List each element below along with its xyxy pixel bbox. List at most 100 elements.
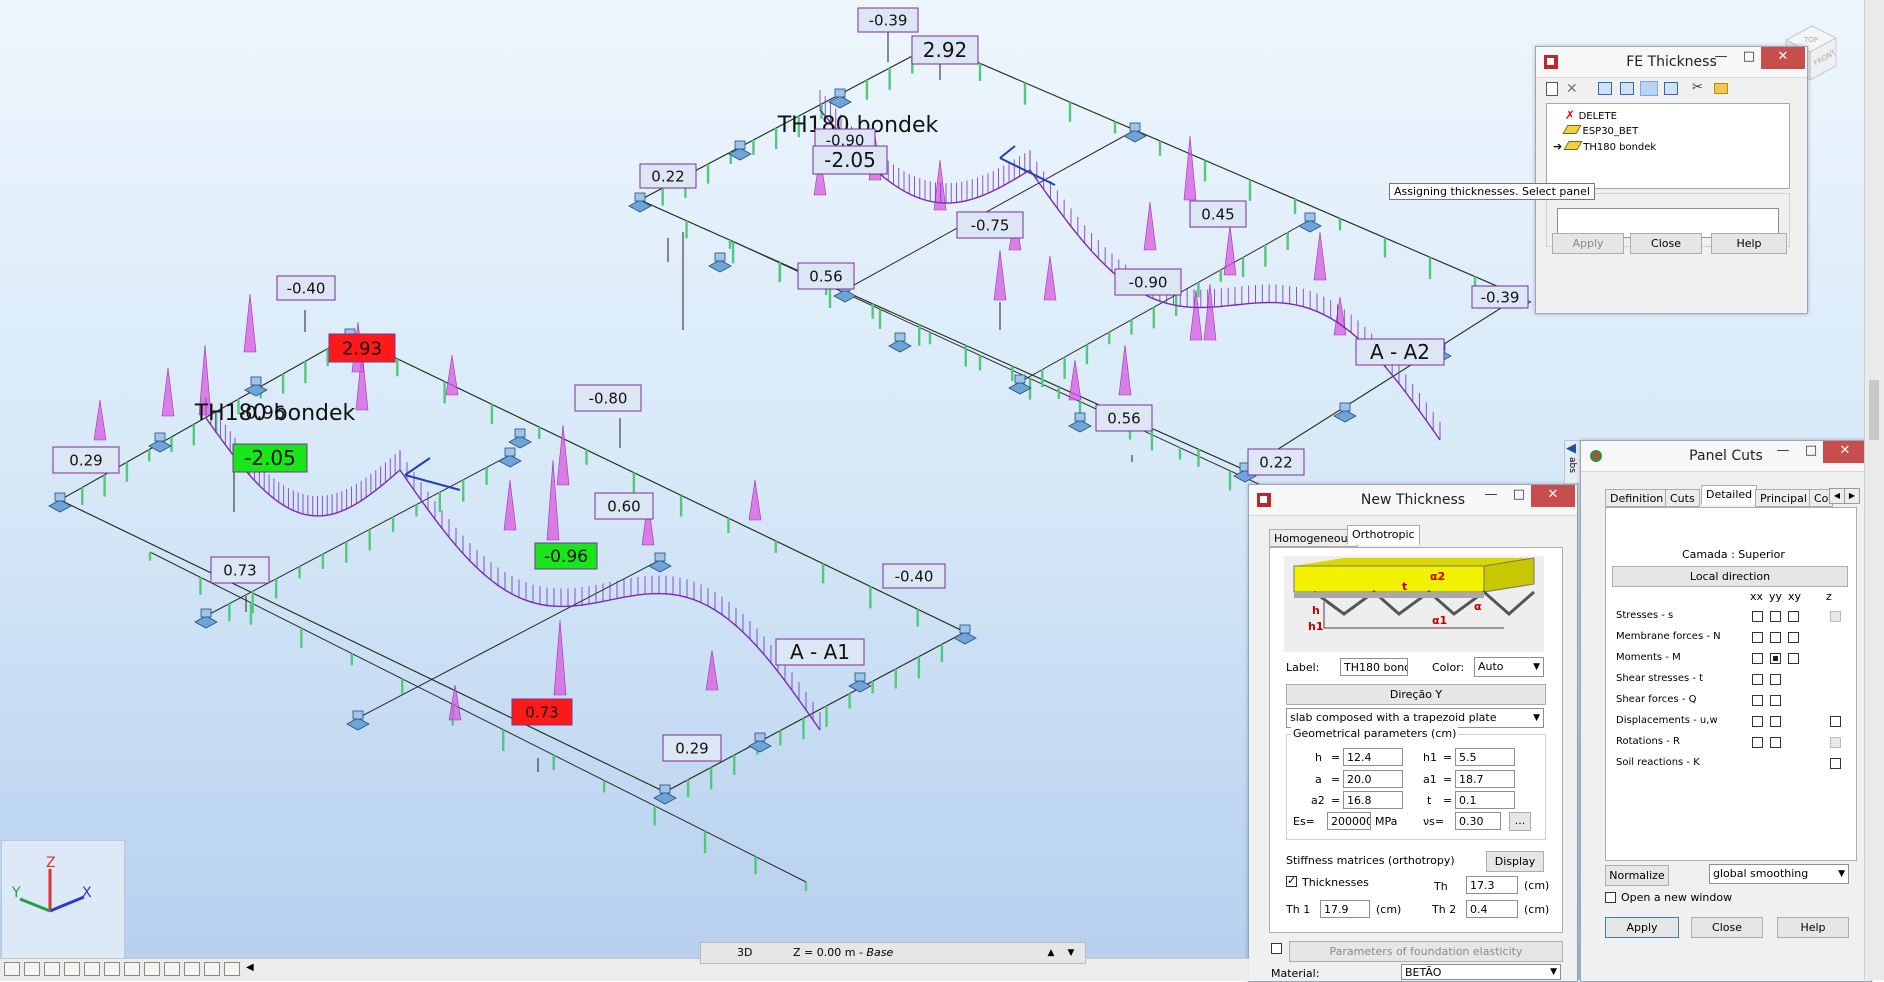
folder-icon[interactable] <box>1714 83 1728 94</box>
param-a2-input[interactable]: 16.8 <box>1343 791 1403 809</box>
help-button[interactable]: Help <box>1777 917 1849 938</box>
view-d-icon[interactable] <box>1664 82 1678 95</box>
param-a1-input[interactable]: 18.7 <box>1455 770 1515 788</box>
param-h-input[interactable]: 12.4 <box>1343 748 1403 766</box>
result-checkbox[interactable] <box>1770 695 1781 706</box>
thicknesses-checkbox[interactable] <box>1286 874 1297 887</box>
toolbar-icon[interactable] <box>204 962 220 976</box>
result-checkbox[interactable] <box>1770 611 1781 622</box>
panel-cuts-window[interactable]: Panel Cuts — □ ✕ Definition Cuts Detaile… <box>1580 440 1872 982</box>
result-checkbox[interactable] <box>1770 632 1781 643</box>
tab-definition[interactable]: Definition <box>1605 489 1669 507</box>
close-window-button[interactable]: ✕ <box>1823 441 1867 463</box>
right-scrollbar[interactable] <box>1864 0 1884 980</box>
result-checkbox[interactable] <box>1752 674 1763 685</box>
display-button[interactable]: Display <box>1486 851 1544 872</box>
thickness-list[interactable]: ✗ DELETE ESP30_BET ➔ TH180 bondek <box>1546 103 1790 189</box>
type-select[interactable]: slab composed with a trapezoid plate ▼ <box>1286 708 1544 728</box>
foundation-button[interactable]: Parameters of foundation elasticity <box>1289 941 1563 962</box>
th1-input[interactable]: 17.9 <box>1320 900 1370 918</box>
toolbar-icon[interactable] <box>224 962 240 976</box>
result-checkbox[interactable] <box>1770 716 1781 727</box>
th2-input[interactable]: 0.4 <box>1466 900 1518 918</box>
nu-input[interactable]: 0.30 <box>1455 812 1501 830</box>
new-document-icon[interactable] <box>1546 82 1558 96</box>
toolbar-icon[interactable] <box>44 962 60 976</box>
result-checkbox[interactable] <box>1752 737 1763 748</box>
apply-button[interactable]: Apply <box>1605 917 1679 938</box>
maximize-button[interactable]: □ <box>1797 441 1825 463</box>
foundation-checkbox[interactable] <box>1271 943 1282 954</box>
close-window-button[interactable]: ✕ <box>1761 47 1805 69</box>
result-checkbox[interactable] <box>1830 611 1841 622</box>
view-c-icon[interactable] <box>1640 81 1658 96</box>
result-checkbox[interactable] <box>1788 611 1799 622</box>
direction-button[interactable]: Direção Y <box>1286 684 1546 705</box>
result-checkbox[interactable] <box>1788 632 1799 643</box>
apply-button[interactable]: Apply <box>1552 233 1624 254</box>
result-checkbox[interactable] <box>1770 737 1781 748</box>
toolbar-icon[interactable] <box>84 962 100 976</box>
toolbar-scroll-icon[interactable]: ◀ <box>246 962 254 973</box>
minimize-button[interactable]: — <box>1769 441 1797 463</box>
maximize-button[interactable]: □ <box>1505 485 1533 507</box>
view-b-icon[interactable] <box>1620 82 1634 95</box>
color-select[interactable]: Auto ▼ <box>1474 657 1544 677</box>
tab-orthotropic[interactable]: Orthotropic <box>1347 525 1420 545</box>
result-checkbox[interactable] <box>1830 758 1841 769</box>
result-checkbox[interactable] <box>1788 653 1799 664</box>
toolbar-icon[interactable] <box>4 962 20 976</box>
fe-thickness-titlebar[interactable]: FE Thickness — □ ✕ <box>1536 47 1807 78</box>
more-button[interactable]: ... <box>1509 812 1531 831</box>
close-button[interactable]: Close <box>1630 233 1702 254</box>
close-window-button[interactable]: ✕ <box>1531 485 1575 507</box>
label-input[interactable]: TH180 bondek <box>1340 658 1408 676</box>
smoothing-select[interactable]: global smoothing ▼ <box>1709 864 1849 884</box>
open-new-window-checkbox[interactable] <box>1605 892 1616 903</box>
level-up-button[interactable]: ▲ <box>1043 945 1059 961</box>
result-checkbox[interactable] <box>1752 611 1763 622</box>
list-item[interactable]: ESP30_BET <box>1562 124 1638 138</box>
tab-cuts[interactable]: Cuts <box>1665 489 1700 507</box>
tab-homogeneous[interactable]: Homogeneous <box>1269 529 1359 547</box>
toolbar-icon[interactable] <box>184 962 200 976</box>
param-a-input[interactable]: 20.0 <box>1343 770 1403 788</box>
toolbar-icon[interactable] <box>144 962 160 976</box>
toolbar-icon[interactable] <box>164 962 180 976</box>
normalize-button[interactable]: Normalize <box>1605 865 1669 886</box>
param-t-input[interactable]: 0.1 <box>1455 791 1515 809</box>
view-a-icon[interactable] <box>1598 82 1612 95</box>
help-button[interactable]: Help <box>1711 233 1787 254</box>
result-checkbox[interactable] <box>1752 695 1763 706</box>
material-select[interactable]: BETÃO ▼ <box>1401 964 1561 980</box>
list-item[interactable]: ➔ TH180 bondek <box>1553 140 1656 154</box>
th-input[interactable]: 17.3 <box>1466 876 1518 894</box>
minimize-button[interactable]: — <box>1477 485 1505 507</box>
result-checkbox[interactable] <box>1770 653 1781 664</box>
view-mode[interactable]: 3D <box>737 946 752 959</box>
level-down-button[interactable]: ▼ <box>1063 945 1079 961</box>
delete-icon[interactable]: ✕ <box>1566 81 1578 97</box>
toolbar-icon[interactable] <box>24 962 40 976</box>
tab-scroll-right[interactable]: ▶ <box>1844 488 1860 504</box>
param-h1-input[interactable]: 5.5 <box>1455 748 1515 766</box>
minimize-button[interactable]: — <box>1707 47 1735 69</box>
result-checkbox[interactable] <box>1770 674 1781 685</box>
maximize-button[interactable]: □ <box>1735 47 1763 69</box>
toolbar-icon[interactable] <box>124 962 140 976</box>
toolbar-icon[interactable] <box>104 962 120 976</box>
close-button[interactable]: Close <box>1691 917 1763 938</box>
tab-scroll-left[interactable]: ◀ <box>1829 488 1845 504</box>
result-checkbox[interactable] <box>1752 716 1763 727</box>
tab-detailed[interactable]: Detailed <box>1701 485 1758 505</box>
result-checkbox[interactable] <box>1830 737 1841 748</box>
toolbar-icon[interactable] <box>64 962 80 976</box>
result-checkbox[interactable] <box>1752 653 1763 664</box>
es-input[interactable]: 200000 <box>1327 812 1371 830</box>
new-thickness-window[interactable]: New Thickness — □ ✕ Homogeneous Orthotro… <box>1248 484 1578 982</box>
list-item[interactable]: ✗ DELETE <box>1565 108 1617 122</box>
fe-thickness-window[interactable]: FE Thickness — □ ✕ ✕ ✂ ✗ DELETE ESP30_BE… <box>1535 46 1808 314</box>
scrollbar-thumb[interactable] <box>1869 380 1879 440</box>
new-thickness-titlebar[interactable]: New Thickness — □ ✕ <box>1249 485 1577 516</box>
result-checkbox[interactable] <box>1830 716 1841 727</box>
